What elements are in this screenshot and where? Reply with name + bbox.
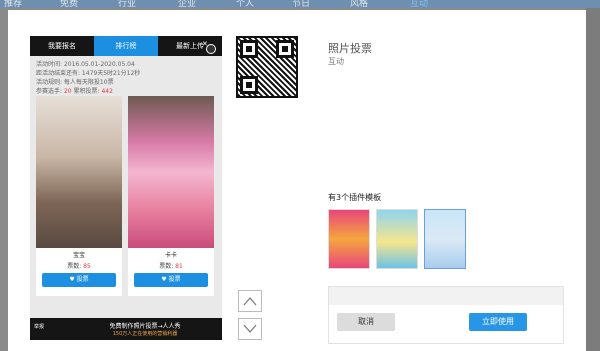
nav-item[interactable]: 免费 — [60, 0, 78, 9]
cancel-button[interactable]: 取消 — [337, 313, 395, 331]
entry-card[interactable]: 宝宝 票数: 85 ♥ 投票 — [36, 96, 122, 296]
participants-count: 20 — [63, 88, 72, 95]
nav-item[interactable]: 个人 — [236, 0, 254, 9]
chevron-down-icon — [243, 324, 257, 333]
nav-item[interactable]: 风格 — [350, 0, 368, 9]
background-page — [586, 8, 600, 351]
heart-icon: ♥ — [69, 276, 75, 283]
phone-preview: 我要报名 排行榜 最新上传 ✕ 活动时间: 2016.05.01-2020.05… — [30, 36, 222, 340]
action-panel: 取消 立即使用 — [328, 286, 564, 344]
entry-card[interactable]: 卡卡 票数: 81 ♥ 投票 — [128, 96, 214, 296]
scroll-down-button[interactable] — [238, 318, 262, 340]
entry-photo — [36, 96, 122, 248]
vote-button-label: 投票 — [168, 276, 181, 283]
vote-button[interactable]: ♥ 投票 — [134, 273, 208, 287]
votes-count: 85 — [83, 263, 91, 270]
activity-info: 活动时间: 2016.05.01-2020.05.04 距活动结束还有: 147… — [30, 56, 222, 100]
promo-line: 免费制作照片投票→人人秀 — [109, 323, 181, 330]
scroll-up-button[interactable] — [238, 290, 262, 312]
entry-cards: 宝宝 票数: 85 ♥ 投票 卡卡 票数: 81 ♥ 投票 — [36, 96, 216, 296]
vote-button-label: 投票 — [76, 276, 89, 283]
plugins-label: 有3个插件模板 — [328, 193, 382, 202]
nav-item[interactable]: 企业 — [178, 0, 196, 9]
promo-subline: 150万人正在使用的营销利器 — [112, 331, 178, 337]
template-preview-modal: 我要报名 排行榜 最新上传 ✕ 活动时间: 2016.05.01-2020.05… — [8, 10, 586, 351]
votes-count: 81 — [175, 263, 183, 270]
tab-ranking[interactable]: 排行榜 — [94, 36, 158, 56]
qr-finder — [240, 40, 258, 58]
qr-code — [236, 36, 298, 98]
total-votes-label: 累积投票: — [73, 88, 100, 95]
qr-finder — [240, 76, 258, 94]
plugin-template-thumb[interactable] — [328, 209, 370, 269]
nav-item[interactable]: 推荐 — [4, 0, 22, 9]
qr-finder — [276, 40, 294, 58]
template-title: 照片投票 — [328, 42, 372, 55]
votes-label: 票数: — [67, 263, 82, 270]
nav-item-active[interactable]: 互动 — [410, 0, 428, 9]
report-link[interactable]: 举报 — [34, 323, 44, 330]
template-category: 互动 — [328, 57, 344, 66]
background-nav: 推荐 免费 行业 企业 个人 节日 风格 互动 — [0, 0, 600, 9]
nav-item[interactable]: 行业 — [118, 0, 136, 9]
action-panel-header — [329, 287, 563, 305]
vote-button[interactable]: ♥ 投票 — [42, 273, 116, 287]
heart-icon: ♥ — [161, 276, 167, 283]
chevron-up-icon — [243, 297, 257, 306]
activity-remaining: 距活动结束还有: 1479天5时21分12秒 — [36, 70, 141, 77]
promo-strip[interactable]: 举报 免费制作照片投票→人人秀 150万人正在使用的营销利器 — [30, 318, 222, 340]
tab-signup[interactable]: 我要报名 — [30, 36, 94, 56]
activity-stats: 参赛选手: 20 累积投票: 442 — [36, 87, 216, 96]
entry-votes: 票数: 81 — [128, 261, 214, 270]
nav-item[interactable]: 节日 — [292, 0, 310, 9]
activity-time: 活动时间: 2016.05.01-2020.05.04 — [36, 61, 135, 68]
use-now-button[interactable]: 立即使用 — [469, 313, 527, 331]
votes-label: 票数: — [159, 263, 174, 270]
entry-votes: 票数: 85 — [36, 261, 122, 270]
entry-name: 宝宝 — [72, 252, 85, 259]
plugin-template-thumb-selected[interactable] — [424, 209, 466, 269]
participants-label: 参赛选手: — [36, 88, 63, 95]
total-votes-count: 442 — [101, 88, 113, 95]
activity-rule: 活动规则: 每人每天限投10票 — [36, 79, 114, 86]
entry-name: 卡卡 — [164, 252, 177, 259]
phone-tabs: 我要报名 排行榜 最新上传 — [30, 36, 222, 56]
entry-photo — [128, 96, 214, 248]
music-icon[interactable] — [206, 44, 216, 54]
plugin-template-thumb[interactable] — [376, 209, 418, 269]
